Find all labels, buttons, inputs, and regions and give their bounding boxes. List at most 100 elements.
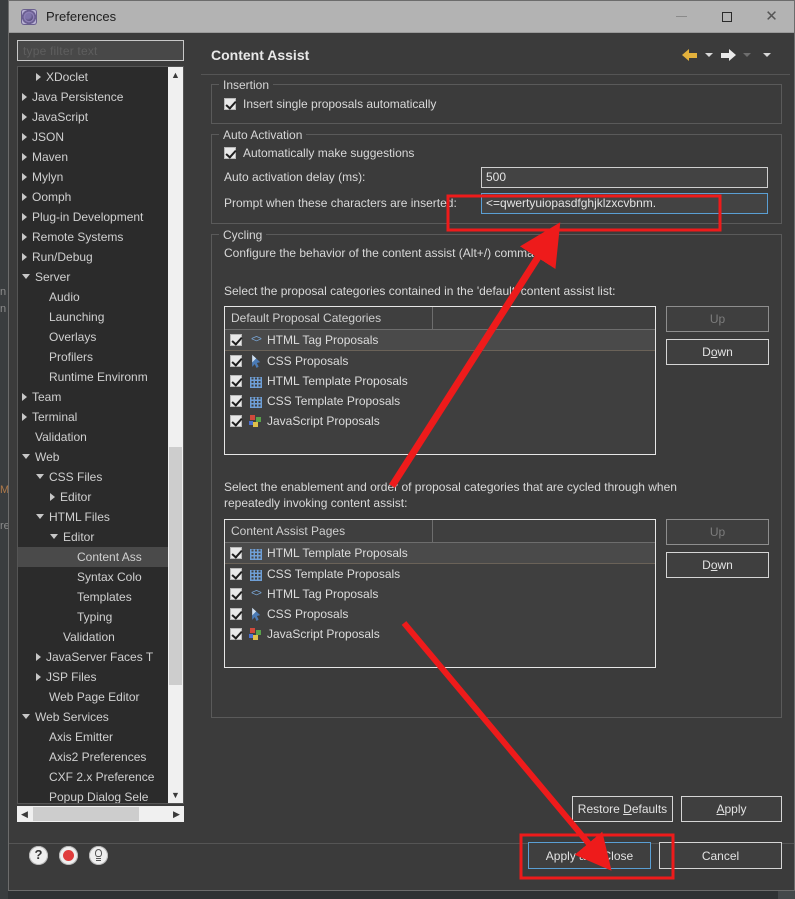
table-row[interactable]: HTML Template Proposals (225, 371, 655, 391)
insert-single-proposals-checkbox-row[interactable]: Insert single proposals automatically (224, 94, 769, 114)
table-row[interactable]: HTML Template Proposals (225, 543, 655, 564)
sidebar-item-axis2-preferences[interactable]: Axis2 Preferences (18, 747, 183, 767)
sidebar-item-javascript[interactable]: JavaScript (18, 107, 183, 127)
sidebar-item-validation[interactable]: Validation (18, 427, 183, 447)
table-row[interactable]: JavaScript Proposals (225, 411, 655, 431)
expand-chevron-right-icon[interactable] (22, 213, 27, 221)
tree-horizontal-scrollbar[interactable]: ◀ ▶ (17, 806, 184, 822)
sidebar-item-syntax-colo[interactable]: Syntax Colo (18, 567, 183, 587)
row-checkbox[interactable] (230, 547, 242, 559)
expand-chevron-right-icon[interactable] (36, 73, 41, 81)
row-checkbox[interactable] (230, 415, 242, 427)
sidebar-item-web-services[interactable]: Web Services (18, 707, 183, 727)
sidebar-item-remote-systems[interactable]: Remote Systems (18, 227, 183, 247)
sidebar-item-run-debug[interactable]: Run/Debug (18, 247, 183, 267)
expand-chevron-right-icon[interactable] (22, 173, 27, 181)
sidebar-item-launching[interactable]: Launching (18, 307, 183, 327)
scroll-up-button[interactable]: ▲ (168, 67, 183, 83)
expand-chevron-right-icon[interactable] (22, 153, 27, 161)
scroll-right-button[interactable]: ▶ (169, 806, 184, 822)
sidebar-item-html-files[interactable]: HTML Files (18, 507, 183, 527)
sidebar-item-mylyn[interactable]: Mylyn (18, 167, 183, 187)
record-icon[interactable] (59, 846, 78, 865)
expand-chevron-right-icon[interactable] (22, 413, 27, 421)
row-checkbox[interactable] (230, 608, 242, 620)
expand-chevron-right-icon[interactable] (36, 653, 41, 661)
table-row[interactable]: <> HTML Tag Proposals (225, 584, 655, 604)
collapse-chevron-down-icon[interactable] (22, 273, 30, 281)
auto-suggest-checkbox-row[interactable]: Automatically make suggestions (224, 143, 769, 163)
expand-chevron-right-icon[interactable] (22, 393, 27, 401)
back-menu-chevron-down-icon[interactable] (705, 53, 713, 57)
sidebar-item-overlays[interactable]: Overlays (18, 327, 183, 347)
sidebar-item-editor[interactable]: Editor (18, 527, 183, 547)
expand-chevron-right-icon[interactable] (22, 93, 27, 101)
sidebar-item-javaserver-faces-t[interactable]: JavaServer Faces T (18, 647, 183, 667)
table-row[interactable]: CSS Template Proposals (225, 391, 655, 411)
close-button[interactable]: ✕ (749, 1, 794, 32)
sidebar-item-terminal[interactable]: Terminal (18, 407, 183, 427)
sidebar-item-oomph[interactable]: Oomph (18, 187, 183, 207)
sidebar-item-axis-emitter[interactable]: Axis Emitter (18, 727, 183, 747)
collapse-chevron-down-icon[interactable] (22, 453, 30, 461)
prompt-characters-input[interactable]: <=qwertyuiopasdfghjklzxcvbnm. (481, 192, 768, 214)
scroll-down-button[interactable]: ▼ (168, 787, 183, 803)
auto-suggest-checkbox[interactable] (224, 147, 236, 159)
sidebar-item-css-files[interactable]: CSS Files (18, 467, 183, 487)
preferences-tree[interactable]: XDoclet Java Persistence JavaScript JSON Mav… (17, 66, 184, 804)
sidebar-item-templates[interactable]: Templates (18, 587, 183, 607)
expand-chevron-right-icon[interactable] (22, 193, 27, 201)
auto-activation-delay-input[interactable]: 500 (481, 166, 768, 188)
maximize-button[interactable] (704, 1, 749, 32)
sidebar-item-editor[interactable]: Editor (18, 487, 183, 507)
sidebar-item-cxf-2-x-preference[interactable]: CXF 2.x Preference (18, 767, 183, 787)
restore-defaults-button[interactable]: Restore Defaults (572, 796, 673, 822)
view-menu-chevron-down-icon[interactable] (763, 53, 771, 57)
apply-and-close-button[interactable]: Apply and Close (528, 842, 651, 869)
table-row[interactable]: CSS Template Proposals (225, 564, 655, 584)
forward-arrow-icon[interactable] (720, 48, 736, 62)
minimize-button[interactable] (659, 1, 704, 32)
row-checkbox[interactable] (230, 355, 242, 367)
sidebar-item-web[interactable]: Web (18, 447, 183, 467)
expand-chevron-right-icon[interactable] (22, 233, 27, 241)
scrollbar-thumb-horizontal[interactable] (33, 807, 139, 821)
sidebar-item-runtime-environm[interactable]: Runtime Environm (18, 367, 183, 387)
row-checkbox[interactable] (230, 395, 242, 407)
expand-chevron-right-icon[interactable] (50, 493, 55, 501)
default-proposal-categories-table[interactable]: Default Proposal Categories <> HTML Tag P… (224, 306, 656, 455)
row-checkbox[interactable] (230, 334, 242, 346)
scrollbar-thumb[interactable] (169, 447, 182, 685)
collapse-chevron-down-icon[interactable] (50, 533, 58, 541)
insert-single-proposals-checkbox[interactable] (224, 98, 236, 110)
collapse-chevron-down-icon[interactable] (22, 713, 30, 721)
sidebar-item-validation[interactable]: Validation (18, 627, 183, 647)
sidebar-item-java-persistence[interactable]: Java Persistence (18, 87, 183, 107)
content-assist-pages-table[interactable]: Content Assist Pages HTML Template Propo… (224, 519, 656, 668)
collapse-chevron-down-icon[interactable] (36, 473, 44, 481)
apply-button[interactable]: Apply (681, 796, 782, 822)
expand-chevron-right-icon[interactable] (22, 133, 27, 141)
scroll-left-button[interactable]: ◀ (17, 806, 32, 822)
cycle-list-down-button[interactable]: Down (666, 552, 769, 578)
help-icon[interactable] (29, 845, 48, 865)
table-row[interactable]: JavaScript Proposals (225, 624, 655, 644)
sidebar-item-server[interactable]: Server (18, 267, 183, 287)
sidebar-item-popup-dialog-sele[interactable]: Popup Dialog Sele (18, 787, 183, 803)
row-checkbox[interactable] (230, 375, 242, 387)
sidebar-item-web-page-editor[interactable]: Web Page Editor (18, 687, 183, 707)
table-row[interactable]: CSS Proposals (225, 604, 655, 624)
forward-menu-chevron-down-icon[interactable] (743, 53, 751, 57)
cancel-button[interactable]: Cancel (659, 842, 782, 869)
tree-vertical-scrollbar[interactable]: ▲ ▼ (168, 67, 183, 803)
default-list-up-button[interactable]: Up (666, 306, 769, 332)
table-row[interactable]: CSS Proposals (225, 351, 655, 371)
expand-chevron-right-icon[interactable] (36, 673, 41, 681)
row-checkbox[interactable] (230, 568, 242, 580)
collapse-chevron-down-icon[interactable] (36, 513, 44, 521)
sidebar-item-typing[interactable]: Typing (18, 607, 183, 627)
sidebar-item-plug-in-development[interactable]: Plug-in Development (18, 207, 183, 227)
cycle-list-up-button[interactable]: Up (666, 519, 769, 545)
sidebar-item-json[interactable]: JSON (18, 127, 183, 147)
sidebar-item-content-ass[interactable]: Content Ass (18, 547, 183, 567)
